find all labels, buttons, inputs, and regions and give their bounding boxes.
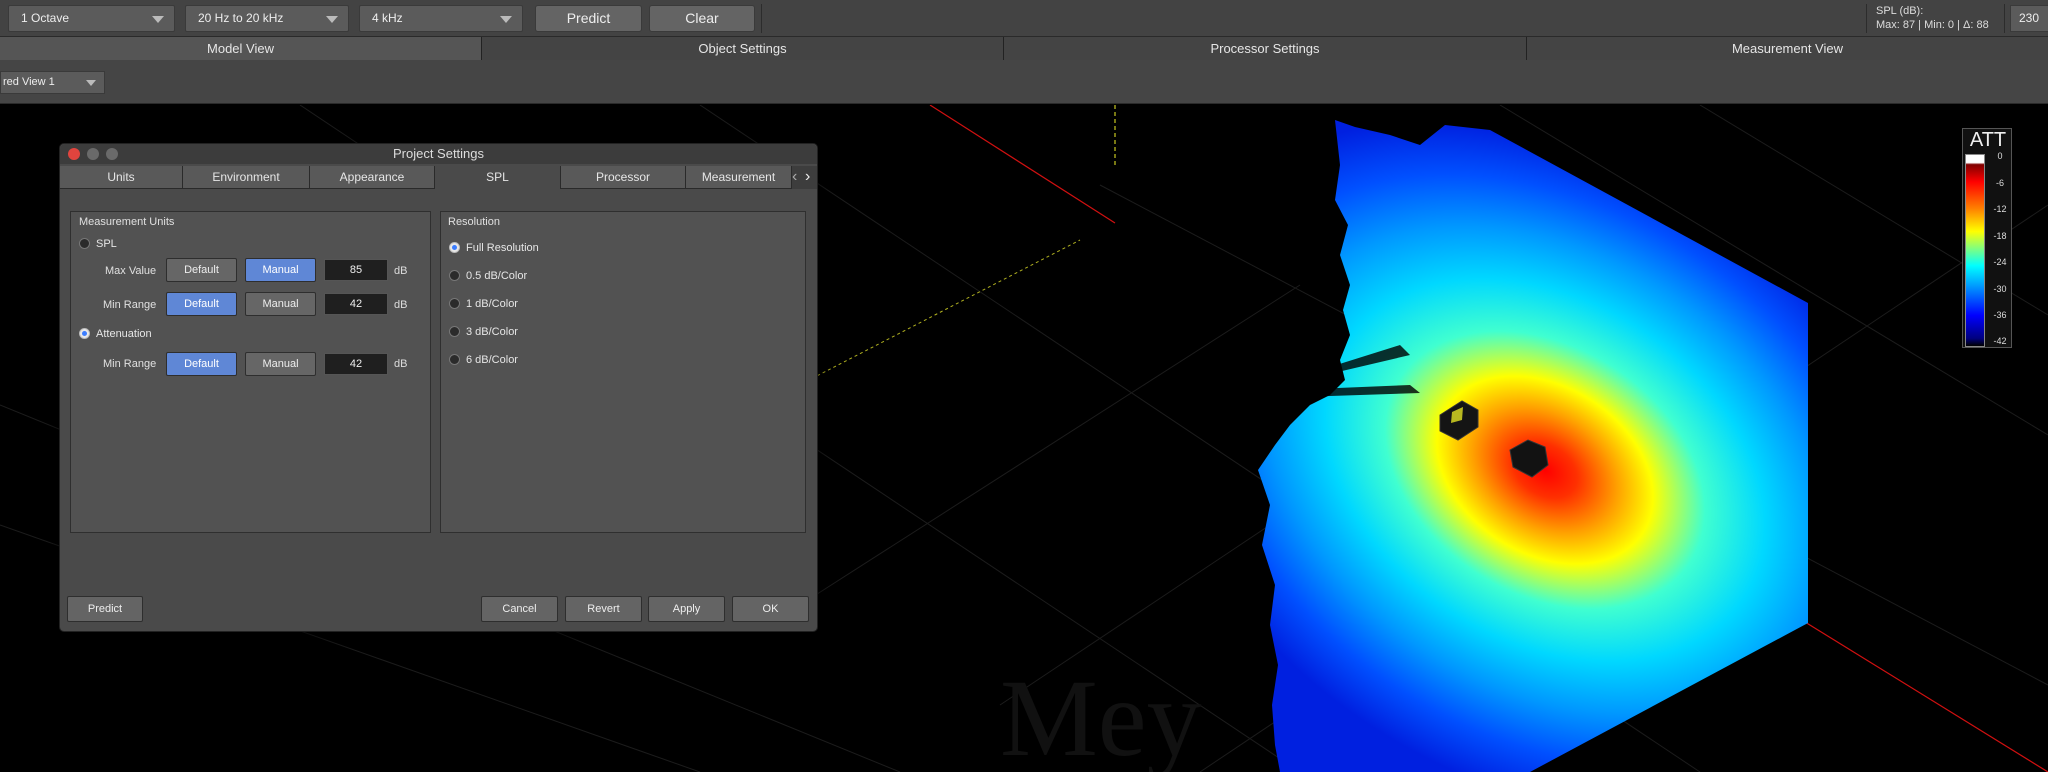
max-value-unit: dB: [394, 265, 408, 277]
x-axis-line: [1804, 621, 2048, 772]
resolution-full-radio[interactable]: [449, 242, 460, 253]
legend-tick: -24: [1993, 257, 2007, 267]
dialog-titlebar[interactable]: Project Settings: [60, 144, 817, 164]
chevron-down-icon: [152, 16, 164, 23]
tab-model-view[interactable]: Model View: [0, 37, 482, 60]
att-min-range-label: Min Range: [103, 358, 157, 370]
min-range-unit: dB: [394, 299, 408, 311]
max-value-input[interactable]: 85: [324, 259, 388, 281]
tab-measurement[interactable]: Measurement: [686, 166, 792, 189]
chevron-down-icon: [326, 16, 338, 23]
legend-tick: 0: [1997, 151, 2003, 161]
clear-button[interactable]: Clear: [649, 5, 755, 32]
min-range-manual-button[interactable]: Manual: [245, 292, 316, 316]
legend-tick: -6: [1995, 178, 2004, 188]
project-settings-dialog: Project Settings Units Environment Appea…: [59, 143, 818, 632]
tab-units[interactable]: Units: [60, 166, 183, 189]
tab-measurement-view[interactable]: Measurement View: [1527, 37, 2048, 60]
toolbar-divider: [1866, 4, 1867, 33]
bandwidth-dropdown[interactable]: 1 Octave: [8, 5, 175, 32]
attenuation-radio[interactable]: [79, 328, 90, 339]
attenuation-radio-label: Attenuation: [96, 328, 152, 340]
legend-tick: -36: [1993, 310, 2007, 320]
y-axis-line: [779, 239, 1081, 396]
att-min-range-unit: dB: [394, 358, 408, 370]
legend-title: ATT: [1969, 129, 2007, 151]
dialog-predict-button[interactable]: Predict: [67, 596, 143, 622]
resolution-title: Resolution: [448, 216, 500, 228]
frequency-range-dropdown[interactable]: 20 Hz to 20 kHz: [185, 5, 349, 32]
predict-button[interactable]: Predict: [535, 5, 642, 32]
spl-readout: SPL (dB): Max: 87 | Min: 0 | Δ: 88: [1876, 4, 1989, 32]
chevron-down-icon: [86, 80, 96, 86]
toolbar-divider: [761, 4, 762, 33]
bandwidth-value: 1 Octave: [21, 11, 70, 25]
tab-processor[interactable]: Processor: [561, 166, 686, 189]
measurement-units-title: Measurement Units: [79, 216, 175, 228]
legend-tick: -30: [1993, 284, 2007, 294]
resolution-half-db-radio[interactable]: [449, 270, 460, 281]
zoom-window-button[interactable]: [106, 148, 118, 160]
spl-radio-label: SPL: [96, 238, 117, 250]
resolution-3db-radio[interactable]: [449, 326, 460, 337]
view-selector-dropdown[interactable]: red View 1: [0, 71, 105, 94]
min-range-default-button[interactable]: Default: [166, 292, 237, 316]
toolbar-divider: [2004, 4, 2005, 33]
close-window-button[interactable]: [68, 148, 80, 160]
dialog-title: Project Settings: [392, 146, 485, 161]
resolution-option-label: 3 dB/Color: [466, 326, 518, 338]
watermark-logo: Mey: [1000, 657, 1202, 772]
resolution-option-label: 6 dB/Color: [466, 354, 518, 366]
resolution-option-label: Full Resolution: [466, 242, 539, 254]
range-value: 20 Hz to 20 kHz: [198, 11, 284, 25]
tab-object-settings[interactable]: Object Settings: [482, 37, 1004, 60]
view-bar: red View 1: [0, 60, 2048, 104]
att-min-range-default-button[interactable]: Default: [166, 352, 237, 376]
chevron-down-icon: [500, 16, 512, 23]
apply-button[interactable]: Apply: [648, 596, 725, 622]
resolution-1db-radio[interactable]: [449, 298, 460, 309]
spl-radio[interactable]: [79, 238, 90, 249]
att-min-range-input[interactable]: 42: [324, 353, 388, 375]
max-value-label: Max Value: [105, 265, 157, 277]
frequency-dropdown[interactable]: 4 kHz: [359, 5, 523, 32]
spl-readout-title: SPL (dB):: [1876, 5, 1924, 17]
legend-tick: -18: [1993, 231, 2007, 241]
measurement-units-group: Measurement Units SPL Max Value Default …: [70, 211, 431, 533]
tab-scroll-right-icon[interactable]: ›: [805, 168, 810, 186]
tab-spl[interactable]: SPL: [435, 166, 561, 189]
tab-environment[interactable]: Environment: [183, 166, 310, 189]
tab-processor-settings[interactable]: Processor Settings: [1004, 37, 1527, 60]
max-value-default-button[interactable]: Default: [166, 258, 237, 282]
dialog-tabs: Units Environment Appearance SPL Process…: [60, 166, 817, 189]
tab-appearance[interactable]: Appearance: [310, 166, 435, 189]
max-value-manual-button[interactable]: Manual: [245, 258, 316, 282]
tab-scroll-left-icon[interactable]: ‹: [792, 168, 797, 186]
frequency-value: 4 kHz: [372, 11, 403, 25]
att-min-range-manual-button[interactable]: Manual: [245, 352, 316, 376]
x-axis-line: [929, 105, 1116, 224]
min-range-input[interactable]: 42: [324, 293, 388, 315]
top-toolbar: 1 Octave 20 Hz to 20 kHz 4 kHz Predict C…: [0, 0, 2048, 50]
resolution-option-label: 1 dB/Color: [466, 298, 518, 310]
min-range-label: Min Range: [103, 299, 157, 311]
resolution-group: Resolution Full Resolution 0.5 dB/Color …: [440, 211, 806, 533]
legend-tick: -42: [1993, 336, 2007, 346]
ok-button[interactable]: OK: [732, 596, 809, 622]
attenuation-legend: ATT 0 -6 -12 -18 -24 -30 -36 -42: [1962, 128, 2012, 348]
view-tabs: Model View Object Settings Processor Set…: [0, 37, 2048, 60]
voltage-dropdown[interactable]: 230 V: [2010, 5, 2048, 50]
legend-color-bar: [1965, 154, 1985, 347]
revert-button[interactable]: Revert: [565, 596, 642, 622]
cancel-button[interactable]: Cancel: [481, 596, 558, 622]
resolution-6db-radio[interactable]: [449, 354, 460, 365]
spl-readout-stats: Max: 87 | Min: 0 | Δ: 88: [1876, 19, 1989, 31]
view-selector-value: red View 1: [3, 76, 55, 88]
minimize-window-button[interactable]: [87, 148, 99, 160]
resolution-option-label: 0.5 dB/Color: [466, 270, 528, 282]
legend-tick: -12: [1993, 204, 2007, 214]
